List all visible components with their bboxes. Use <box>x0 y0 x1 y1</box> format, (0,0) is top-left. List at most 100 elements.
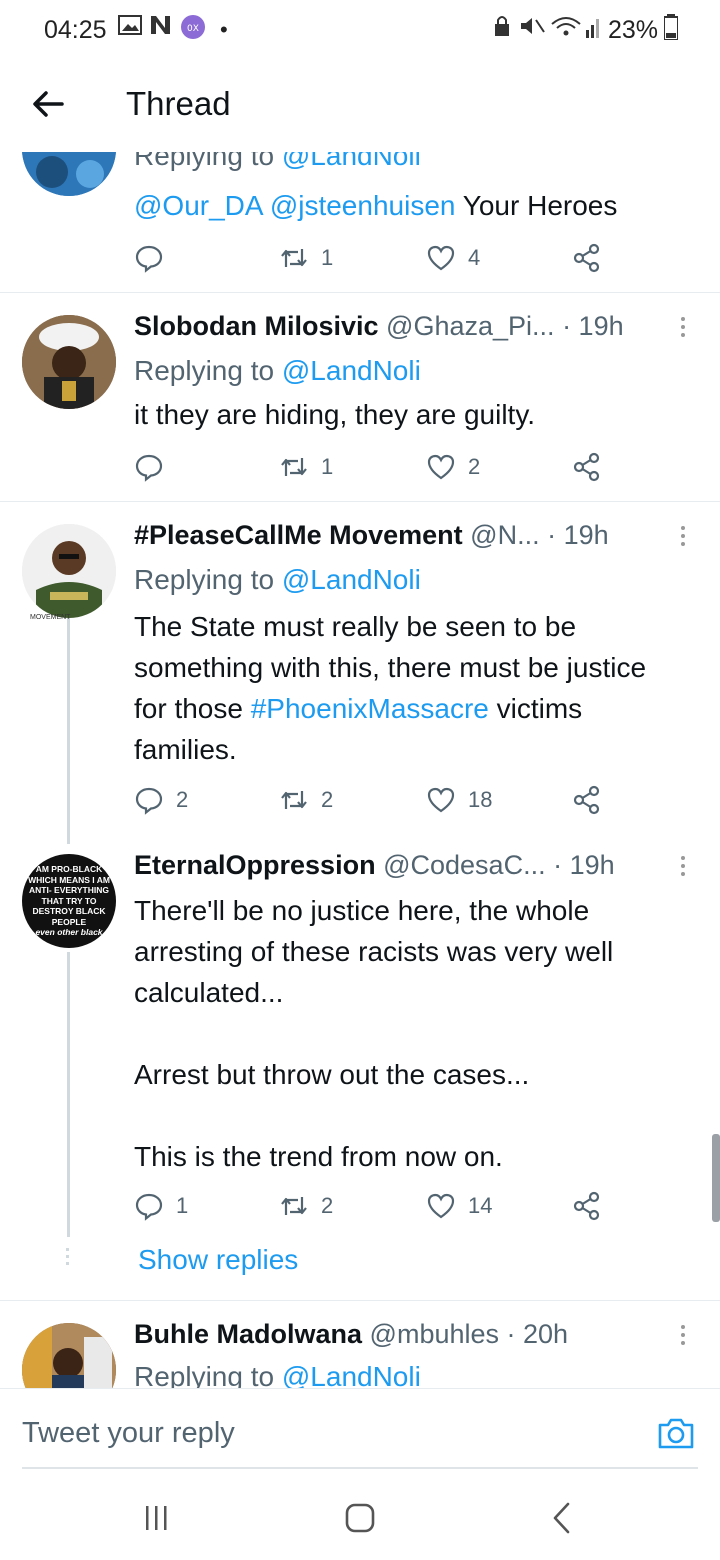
like-count: 14 <box>468 1193 493 1218</box>
like-button[interactable]: 18 <box>426 784 492 816</box>
tweet-author[interactable]: #PleaseCallMe Movement @N... · 19h <box>134 520 609 551</box>
avatar[interactable] <box>22 524 116 618</box>
share-button[interactable] <box>572 242 602 274</box>
camera-icon[interactable] <box>656 1413 696 1453</box>
replying-to-handle[interactable]: @LandNoli <box>282 564 421 595</box>
more-options-icon[interactable] <box>676 522 690 552</box>
mute-icon <box>521 18 545 34</box>
avatar[interactable] <box>22 152 116 196</box>
thread-feed[interactable]: Replying to @LandNoli @Our_DA @jsteenhui… <box>0 152 720 1388</box>
retweet-count: 2 <box>321 787 334 812</box>
replying-to-prefix: Replying to <box>134 355 282 386</box>
replying-to-prefix: Replying to <box>134 152 282 171</box>
avatar-caption: MOVEMENT <box>30 614 71 621</box>
author-name: EternalOppression <box>134 850 376 880</box>
back-nav-icon[interactable] <box>542 1498 582 1538</box>
tweet-time: · 19h <box>547 520 609 550</box>
retweet-button[interactable]: 2 <box>279 784 333 816</box>
retweet-icon <box>281 249 307 267</box>
more-options-icon[interactable] <box>676 313 690 343</box>
reply-button[interactable] <box>134 242 176 274</box>
tweet-0[interactable]: Replying to @LandNoli @Our_DA @jsteenhui… <box>0 152 720 292</box>
tweet-text-tail: Your Heroes <box>455 190 618 221</box>
replying-to-handle[interactable]: @LandNoli <box>282 1361 421 1388</box>
more-options-icon[interactable] <box>676 1321 690 1351</box>
share-icon <box>573 785 600 815</box>
tweet-2[interactable]: MOVEMENT #PleaseCallMe Movement @N... · … <box>0 502 720 832</box>
heart-icon <box>427 787 455 813</box>
avatar[interactable] <box>22 315 116 409</box>
status-bar: 04:25 0X • 23% <box>0 0 720 60</box>
tweet-time: · 20h <box>506 1319 569 1349</box>
comment-bubble-icon <box>135 787 163 815</box>
wifi-signal-icon <box>551 17 599 38</box>
tweet-actions: 1 2 <box>134 451 614 483</box>
reply-count: 2 <box>176 787 189 812</box>
tweet-actions: 2 2 18 <box>134 784 614 816</box>
comment-bubble-icon <box>135 1193 163 1221</box>
reply-count: 1 <box>176 1193 189 1218</box>
like-button[interactable]: 14 <box>426 1190 492 1222</box>
tweet-3[interactable]: AM PRO-BLACK WHICH MEANS I AM ANTI- EVER… <box>0 832 720 1300</box>
recent-apps-icon[interactable] <box>136 1498 176 1538</box>
comment-bubble-icon <box>135 454 163 482</box>
heart-icon <box>427 454 455 480</box>
retweet-count: 1 <box>321 245 334 270</box>
mention-link[interactable]: @Our_DA <box>134 190 262 221</box>
hashtag-link[interactable]: #PhoenixMassacre <box>251 693 489 724</box>
author-handle: @mbuhles <box>369 1319 500 1349</box>
tweet-text: it they are hiding, they are guilty. <box>134 399 536 430</box>
avatar[interactable]: AM PRO-BLACK WHICH MEANS I AM ANTI- EVER… <box>22 854 116 948</box>
show-replies-link[interactable]: Show replies <box>138 1244 298 1276</box>
thread-more-dots <box>66 1248 70 1269</box>
tweet-actions: 1 4 <box>134 242 614 274</box>
avatar[interactable] <box>22 1323 116 1388</box>
replying-to-handle[interactable]: @LandNoli <box>282 355 421 386</box>
avatar-image <box>22 152 116 196</box>
tweet-time: · 19h <box>562 311 624 341</box>
retweet-count: 1 <box>321 454 334 479</box>
replying-to-handle[interactable]: @LandNoli <box>282 152 421 171</box>
retweet-button[interactable]: 2 <box>279 1190 333 1222</box>
share-icon <box>573 243 600 273</box>
heart-icon <box>427 245 455 271</box>
like-count: 4 <box>468 245 481 270</box>
mention-link[interactable]: @jsteenhuisen <box>270 190 456 221</box>
reply-button[interactable]: 1 <box>134 1190 188 1222</box>
replying-to-prefix: Replying to <box>134 1361 282 1388</box>
tweet-author[interactable]: Slobodan Milosivic @Ghaza_Pi... · 19h <box>134 311 624 342</box>
reply-button[interactable]: 2 <box>134 784 188 816</box>
reply-button[interactable] <box>134 451 176 483</box>
tweet-text: There'll be no justice here, the whole a… <box>134 895 614 1172</box>
tweet-text: The State must really be seen to be some… <box>134 606 654 770</box>
tweet-author[interactable]: EternalOppression @CodesaC... · 19h <box>134 850 615 881</box>
share-button[interactable] <box>572 451 602 483</box>
reply-composer[interactable]: Tweet your reply <box>0 1388 720 1469</box>
retweet-button[interactable]: 1 <box>279 242 333 274</box>
avatar-image <box>22 1323 116 1388</box>
share-button[interactable] <box>572 784 602 816</box>
tweet-author[interactable]: Buhle Madolwana @mbuhles · 20h <box>134 1319 568 1350</box>
replying-to: Replying to @LandNoli <box>134 152 421 172</box>
page-title: Thread <box>126 85 231 122</box>
replying-to-prefix: Replying to <box>134 564 282 595</box>
arrow-left-icon[interactable] <box>30 86 66 122</box>
share-button[interactable] <box>572 1190 602 1222</box>
like-button[interactable]: 4 <box>426 242 480 274</box>
app-bar: Thread <box>0 60 720 152</box>
composer-underline <box>22 1467 698 1469</box>
app-notification-icon: 0X <box>181 15 205 39</box>
replying-to: Replying to @LandNoli <box>134 564 421 596</box>
lock-icon <box>495 16 509 36</box>
more-options-icon[interactable] <box>676 852 690 882</box>
tweet-4[interactable]: Buhle Madolwana @mbuhles · 20h Replying … <box>0 1301 720 1388</box>
author-handle: @CodesaC... <box>383 850 546 880</box>
battery-icon <box>664 14 678 40</box>
tweet-1[interactable]: Slobodan Milosivic @Ghaza_Pi... · 19h Re… <box>0 293 720 501</box>
like-button[interactable]: 2 <box>426 451 480 483</box>
like-count: 2 <box>468 454 481 479</box>
retweet-button[interactable]: 1 <box>279 451 333 483</box>
scrollbar-thumb[interactable] <box>712 1134 720 1222</box>
home-icon[interactable] <box>340 1498 380 1538</box>
reply-input-placeholder[interactable]: Tweet your reply <box>22 1417 235 1450</box>
